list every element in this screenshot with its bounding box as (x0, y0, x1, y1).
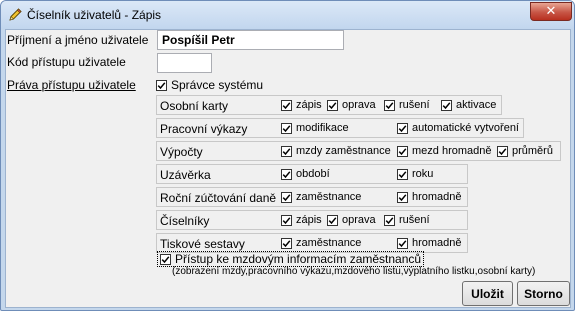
checkbox-ciselniky-zapis[interactable]: zápis (281, 214, 322, 226)
rights-label: Práva přístupu uživatele (7, 78, 136, 92)
close-icon: ✕ (545, 4, 557, 19)
checkbox-label: průměrů (512, 145, 553, 157)
checkbox-label: oprava (342, 214, 376, 226)
checkbox-box (281, 145, 292, 157)
checkbox-zuctovani-zamestnance[interactable]: zaměstnance (281, 191, 361, 203)
checkbox-sestavy-hromadne[interactable]: hromadně (397, 237, 462, 249)
checkbox-label: modifikace (296, 122, 349, 134)
dialog-body: Příjmení a jméno uživatele Pospíšil Petr… (5, 29, 571, 308)
checkbox-label: období (296, 168, 330, 180)
checkbox-box (327, 99, 338, 111)
checkbox-label: oprava (342, 99, 376, 111)
pencil-icon (9, 8, 22, 21)
admin-checkbox-label: Správce systému (171, 78, 264, 92)
title-bar[interactable]: Číselník uživatelů - Zápis ✕ (1, 1, 574, 29)
group-osobni-karty: Osobní karty zápis oprava rušení aktivac… (156, 95, 502, 115)
checkbox-box (281, 168, 292, 180)
checkbox-label: rušení (399, 99, 430, 111)
checkbox-uzaverka-roku[interactable]: roku (397, 168, 433, 180)
checkbox-box (281, 99, 292, 111)
group-vypocty: Výpočty mzdy zaměstnance mezd hromadně p… (156, 141, 561, 161)
name-input[interactable]: Pospíšil Petr (157, 30, 344, 50)
group-label: Osobní karty (160, 99, 229, 113)
checkbox-ciselniky-ruseni[interactable]: rušení (384, 214, 430, 226)
group-label: Uzávěrka (160, 168, 211, 182)
checkbox-box (327, 214, 338, 226)
cancel-button[interactable]: Storno (517, 281, 570, 306)
checkbox-label: zápis (296, 214, 322, 226)
checkbox-label: mzdy zaměstnance (296, 145, 391, 157)
checkbox-box (281, 122, 292, 134)
group-label: Tiskové sestavy (160, 237, 245, 251)
checkbox-box (160, 253, 171, 265)
checkbox-vykazy-modifikace[interactable]: modifikace (281, 122, 349, 134)
group-label: Výpočty (160, 145, 203, 159)
checkbox-uzaverka-obdobi[interactable]: období (281, 168, 330, 180)
group-uzaverka: Uzávěrka období roku (156, 164, 468, 184)
checkbox-box (281, 237, 292, 249)
wage-access-note: (zobrazení mzdy,pracovního výkazu,mzdové… (172, 266, 536, 277)
checkbox-label: zápis (296, 99, 322, 111)
checkbox-osobni-ruseni[interactable]: rušení (384, 99, 430, 111)
checkbox-box (156, 79, 167, 91)
checkbox-vypocty-mzdy[interactable]: mzdy zaměstnance (281, 145, 391, 157)
group-label: Pracovní výkazy (160, 122, 248, 136)
checkbox-label: hromadně (412, 237, 462, 249)
checkbox-label: aktivace (456, 99, 497, 111)
group-rocni-zuctovani: Roční zúčtování daně zaměstnance hromadn… (156, 187, 468, 207)
checkbox-label: rušení (399, 214, 430, 226)
checkbox-osobni-aktivace[interactable]: aktivace (441, 99, 496, 111)
checkbox-ciselniky-oprava[interactable]: oprava (327, 214, 376, 226)
group-label: Číselníky (160, 214, 210, 228)
wage-access-label: Přístup ke mzdovým informacím zaměstnanc… (175, 252, 422, 266)
checkbox-box (281, 214, 292, 226)
checkbox-vypocty-prumeru[interactable]: průměrů (497, 145, 553, 157)
group-label: Roční zúčtování daně (160, 191, 277, 205)
group-tiskove-sestavy: Tiskové sestavy zaměstnance hromadně (156, 233, 468, 253)
group-ciselniky: Číselníky zápis oprava rušení (156, 210, 468, 230)
checkbox-box (281, 191, 292, 203)
checkbox-box (497, 145, 508, 157)
checkbox-box (397, 191, 408, 203)
checkbox-label: automatické vytvoření (412, 122, 519, 134)
checkbox-osobni-zapis[interactable]: zápis (281, 99, 322, 111)
checkbox-box (441, 99, 452, 111)
checkbox-box (384, 99, 395, 111)
wage-access-checkbox[interactable]: Přístup ke mzdovým informacím zaměstnanc… (157, 251, 425, 267)
window-title: Číselník uživatelů - Zápis (27, 8, 162, 22)
group-pracovni-vykazy: Pracovní výkazy modifikace automatické v… (156, 118, 524, 138)
checkbox-sestavy-zamestnance[interactable]: zaměstnance (281, 237, 361, 249)
checkbox-label: mezd hromadně (412, 145, 492, 157)
checkbox-label: roku (412, 168, 434, 180)
checkbox-box (397, 237, 408, 249)
checkbox-label: zaměstnance (296, 237, 362, 249)
checkbox-box (397, 122, 408, 134)
checkbox-box (397, 168, 408, 180)
save-button[interactable]: Uložit (462, 281, 513, 306)
checkbox-osobni-oprava[interactable]: oprava (327, 99, 376, 111)
code-label: Kód přístupu uživatele (7, 55, 126, 69)
checkbox-box (384, 214, 395, 226)
checkbox-label: zaměstnance (296, 191, 362, 203)
checkbox-zuctovani-hromadne[interactable]: hromadně (397, 191, 462, 203)
checkbox-box (397, 145, 408, 157)
checkbox-label: hromadně (412, 191, 462, 203)
checkbox-vypocty-hromadne[interactable]: mezd hromadně (397, 145, 492, 157)
dialog-window: Číselník uživatelů - Zápis ✕ Příjmení a … (0, 0, 575, 311)
code-input[interactable] (157, 53, 212, 73)
close-button[interactable]: ✕ (530, 2, 572, 21)
checkbox-vykazy-automaticke[interactable]: automatické vytvoření (397, 122, 519, 134)
name-label: Příjmení a jméno uživatele (7, 33, 149, 47)
admin-checkbox[interactable]: Správce systému (156, 78, 263, 92)
